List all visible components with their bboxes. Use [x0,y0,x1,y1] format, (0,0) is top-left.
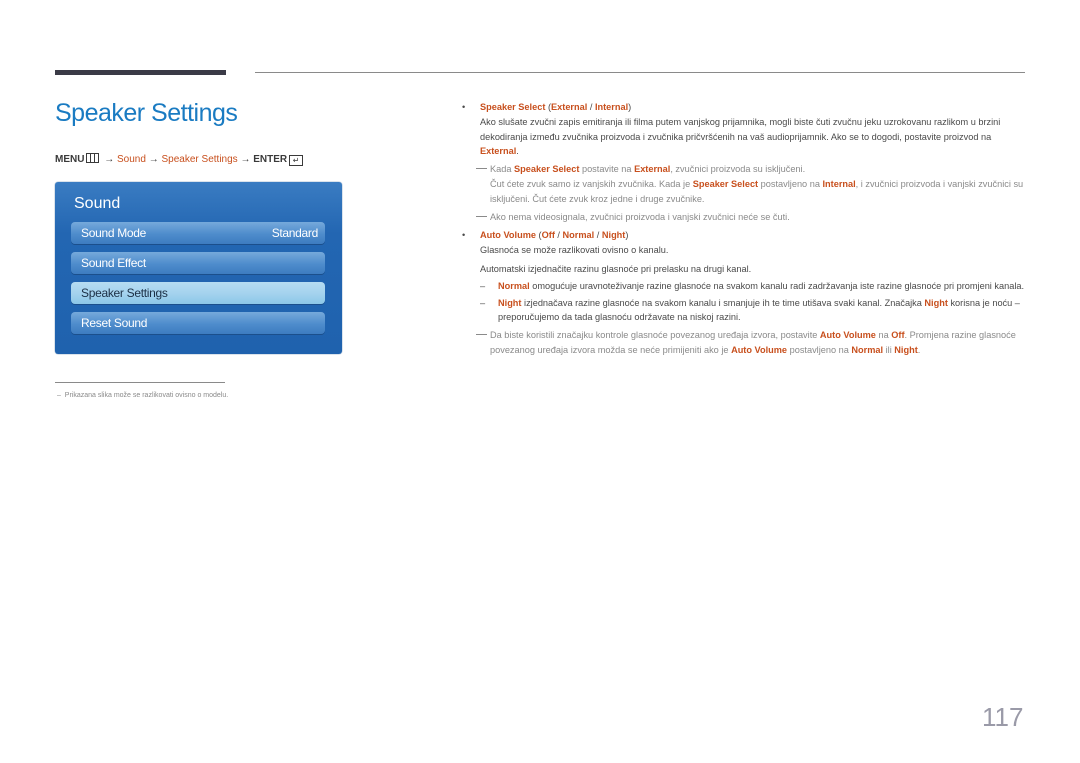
page-number: 117 [982,702,1024,732]
breadcrumb-sound: Sound [117,154,146,165]
breadcrumb-arrow: → [104,154,115,165]
footnote: – Prikazana slika može se razlikovati ov… [57,392,229,399]
menu-item-sound-effect[interactable]: Sound Effect [71,252,325,274]
menu-item-value: Standard [271,226,319,240]
header-rule-thin [255,72,1025,73]
auto-volume-normal-item: – Normal omogućuje uravnoteživanje razin… [460,279,1030,294]
bullet-icon: • [462,230,466,241]
page-title: Speaker Settings [55,99,238,127]
section-heading-speaker-select: • Speaker Select (External / Internal) [460,100,1030,115]
menu-item-label: Sound Effect [81,256,146,270]
menu-item-speaker-settings[interactable]: Speaker Settings [71,282,325,304]
footnote-text: Prikazana slika može se razlikovati ovis… [64,392,229,399]
dash-icon: – [480,297,486,308]
menu-icon [86,153,100,163]
note-icon [476,168,487,170]
breadcrumb-enter: ENTER [253,154,288,165]
breadcrumb-speaker-settings: Speaker Settings [161,154,238,165]
note-icon [476,334,487,336]
enter-icon: ↵ [289,155,304,166]
section-heading-auto-volume: • Auto Volume (Off / Normal / Night) [460,228,1030,243]
header-rule-thick [55,70,226,75]
menu-item-reset-sound[interactable]: Reset Sound [71,312,325,334]
speaker-select-note-2: Ako nema videosignala, zvučnici proizvod… [460,210,1030,225]
breadcrumb-menu: MENU [55,154,85,165]
speaker-select-note-1: Kada Speaker Select postavite na Externa… [460,162,1030,206]
auto-volume-description-1: Glasnoća se može razlikovati ovisno o ka… [480,245,669,256]
auto-volume-description-2: Automatski izjednačite razinu glasnoće p… [480,263,752,274]
speaker-select-description: Ako slušate zvučni zapis emitiranja ili … [480,116,1001,157]
menu-item-label: Reset Sound [81,316,148,330]
content-column: • Speaker Select (External / Internal) A… [460,100,1030,358]
menu-item-label: Sound Mode [81,226,147,240]
note-icon [476,215,487,217]
auto-volume-night-item: – Night izjednačava razine glasnoće na s… [480,297,1020,323]
footnote-rule [55,382,225,383]
auto-volume-note: Da biste koristili značajku kontrole gla… [460,328,1030,358]
menu-item-label: Speaker Settings [81,286,168,300]
breadcrumb: MENU → Sound → Speaker Settings → ENTER ↵ [55,153,304,166]
menu-item-sound-mode[interactable]: Sound Mode Standard [71,222,325,244]
dash-icon: – [480,280,486,291]
sound-menu-panel: Sound Sound Mode Standard Sound Effect S… [55,182,342,354]
breadcrumb-arrow: → [148,154,159,165]
sound-menu-title: Sound [74,195,121,212]
bullet-icon: • [462,102,466,112]
breadcrumb-arrow: → [240,154,251,165]
